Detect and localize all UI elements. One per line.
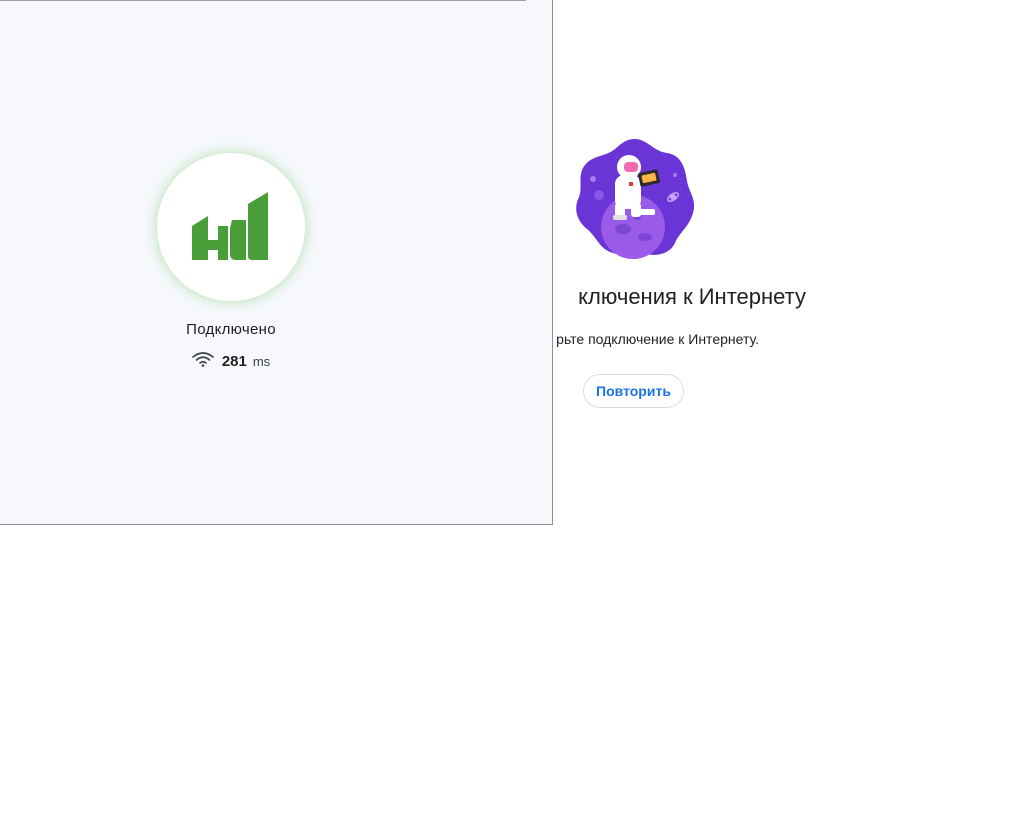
ping-indicator: 281 ms (131, 351, 331, 372)
connection-status-label: Подключено (186, 321, 276, 338)
panel-divider (0, 0, 526, 1)
astronaut-illustration (575, 137, 695, 259)
screen: ключения к Интернету рьте подключение к … (0, 0, 1019, 824)
wifi-icon (192, 351, 214, 372)
vpn-popup-panel: Подключено 281 ms (0, 0, 553, 525)
connection-status-button[interactable] (157, 153, 305, 301)
brand-logo-icon (192, 190, 270, 265)
ping-unit: ms (252, 354, 271, 369)
ping-value: 281 (221, 353, 247, 370)
retry-button[interactable]: Повторить (583, 374, 684, 408)
